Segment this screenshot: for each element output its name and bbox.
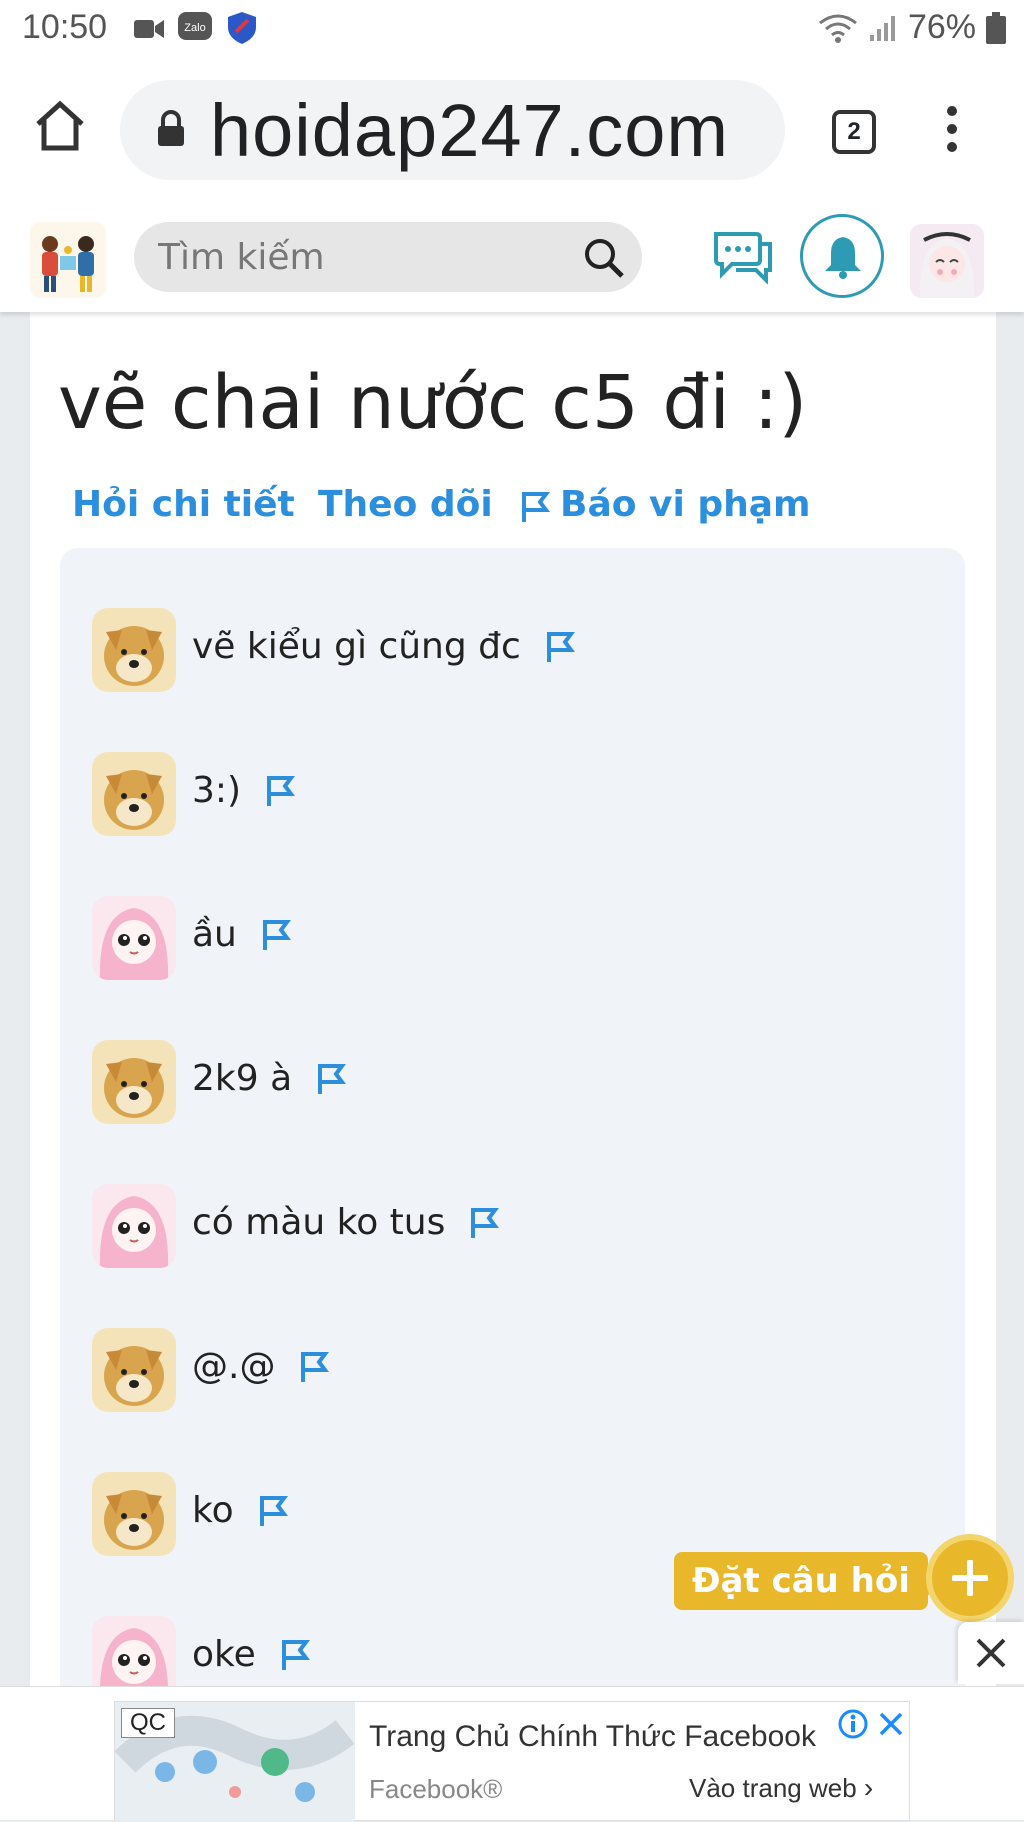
ad-source: Facebook® <box>369 1774 503 1804</box>
report-flag-icon[interactable] <box>545 630 575 668</box>
doge-avatar[interactable] <box>92 1328 176 1412</box>
address-bar[interactable]: hoidap247.com <box>120 80 785 180</box>
status-bar: 10:50 Zalo 76% <box>0 0 1024 62</box>
zalo-icon: Zalo <box>178 12 212 40</box>
info-icon[interactable] <box>837 1708 869 1740</box>
chevron-right-icon: › <box>863 1772 874 1803</box>
battery-percent: 76% <box>907 8 976 46</box>
comment-item: có màu ko tus <box>92 1184 892 1268</box>
chat-icon[interactable] <box>712 230 774 284</box>
report-flag-icon[interactable] <box>469 1206 499 1244</box>
close-icon <box>976 1638 1006 1668</box>
browser-toolbar: hoidap247.com 2 <box>0 62 1024 200</box>
home-icon[interactable] <box>30 96 90 156</box>
search-bar[interactable] <box>134 222 642 292</box>
report-flag-icon[interactable] <box>258 1494 288 1532</box>
comment-item: @.@ <box>92 1328 892 1412</box>
flag-icon <box>522 492 550 522</box>
ad-cta-text: Vào trang web <box>689 1773 857 1803</box>
plus-icon <box>952 1560 988 1596</box>
anime-avatar[interactable] <box>92 1184 176 1268</box>
comment-text: @.@ <box>192 1346 276 1387</box>
ad-close-button[interactable] <box>958 1622 1024 1684</box>
comment-item: vẽ kiểu gì cũng đc <box>92 608 892 692</box>
doge-avatar[interactable] <box>92 1472 176 1556</box>
tab-switcher-button[interactable]: 2 <box>832 110 876 154</box>
comment-item: ầu <box>92 896 892 980</box>
anime-avatar[interactable] <box>92 896 176 980</box>
report-flag-icon[interactable] <box>265 774 295 812</box>
question-title: vẽ chai nước c5 đi :) <box>58 360 808 446</box>
search-input[interactable] <box>158 232 558 282</box>
shield-icon <box>228 12 256 44</box>
notification-button[interactable] <box>800 214 884 298</box>
comment-item: 2k9 à <box>92 1040 892 1124</box>
user-avatar[interactable] <box>910 224 984 298</box>
report-flag-icon[interactable] <box>280 1638 310 1676</box>
comment-text: vẽ kiểu gì cũng đc <box>192 626 521 667</box>
doge-avatar[interactable] <box>92 1040 176 1124</box>
comment-text: ầu <box>192 914 237 955</box>
comment-text: oke <box>192 1634 256 1675</box>
lock-icon <box>158 110 184 146</box>
doge-avatar[interactable] <box>92 608 176 692</box>
ask-question-button[interactable] <box>926 1534 1014 1622</box>
site-header <box>0 200 1024 312</box>
report-flag-icon[interactable] <box>299 1350 329 1388</box>
ad-card[interactable]: QC Trang Chủ Chính Thức Facebook Faceboo… <box>114 1701 910 1822</box>
report-flag-icon[interactable] <box>261 918 291 956</box>
video-camera-icon <box>134 20 164 38</box>
ad-title[interactable]: Trang Chủ Chính Thức Facebook <box>369 1720 816 1754</box>
ad-badge: QC <box>121 1708 175 1738</box>
more-vert-icon[interactable] <box>940 106 964 162</box>
url-text: hoidap247.com <box>210 89 730 172</box>
report-flag-icon[interactable] <box>316 1062 346 1100</box>
wifi-icon <box>819 14 857 43</box>
follow-link[interactable]: Theo dõi <box>318 484 493 525</box>
ad-cta-link[interactable]: Vào trang web › <box>689 1772 873 1804</box>
comment-text: ko <box>192 1490 234 1531</box>
comment-text: 2k9 à <box>192 1058 293 1099</box>
logo-icon[interactable] <box>30 222 106 298</box>
battery-icon <box>986 11 1006 44</box>
svg-text:Zalo: Zalo <box>184 22 205 34</box>
ask-question-label[interactable]: Đặt câu hỏi <box>674 1552 944 1610</box>
comment-text: có màu ko tus <box>192 1202 446 1243</box>
ad-banner: QC Trang Chủ Chính Thức Facebook Faceboo… <box>0 1686 1024 1822</box>
comment-text: 3:) <box>192 770 242 811</box>
bell-icon <box>825 237 861 279</box>
ask-detail-link[interactable]: Hỏi chi tiết <box>72 484 295 525</box>
ad-dismiss-icon[interactable] <box>877 1710 905 1738</box>
comment-item: ko <box>92 1472 892 1556</box>
comment-item: 3:) <box>92 752 892 836</box>
clock: 10:50 <box>22 8 108 46</box>
report-link[interactable]: Báo vi phạm <box>560 484 811 525</box>
signal-icon <box>869 15 895 41</box>
search-icon[interactable] <box>582 236 626 280</box>
doge-avatar[interactable] <box>92 752 176 836</box>
